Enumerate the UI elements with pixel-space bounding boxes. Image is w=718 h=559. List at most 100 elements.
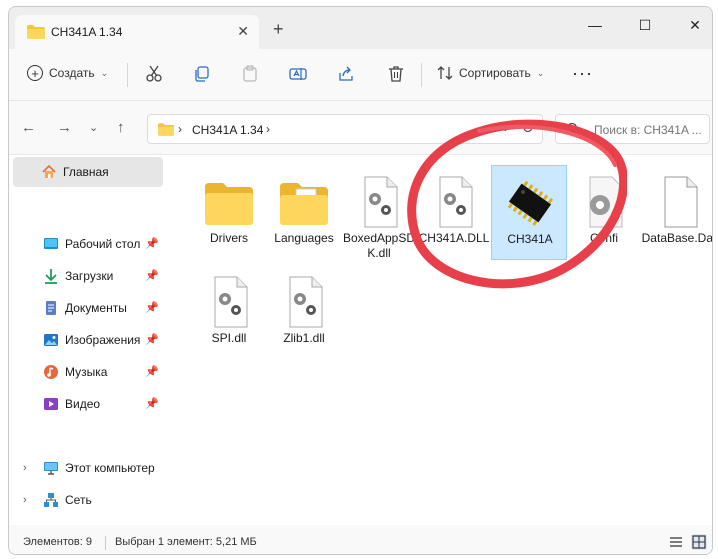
sidebar-item-network[interactable]: › Сеть — [13, 485, 163, 515]
music-icon — [44, 365, 58, 379]
search-icon — [566, 122, 580, 136]
file-item[interactable]: Confi — [566, 165, 642, 260]
refresh-icon[interactable]: ↻ — [521, 119, 534, 137]
copy-icon[interactable] — [193, 65, 211, 83]
sidebar-item-label: Главная — [63, 165, 109, 179]
file-name: CH341A — [507, 232, 553, 246]
file-name: DataBase.Dat — [641, 231, 713, 245]
pin-icon[interactable]: 📌 — [145, 397, 159, 410]
explorer-window: CH341A 1.34 ✕ + — ☐ ✕ + Создать ⌄ Сортир… — [8, 6, 713, 555]
create-button[interactable]: + Создать ⌄ — [27, 65, 108, 81]
pictures-icon — [44, 334, 58, 346]
rename-icon[interactable] — [289, 65, 307, 83]
sidebar-item-label: Этот компьютер — [65, 461, 155, 475]
file-item[interactable]: BoxedAppSDK.dll — [341, 165, 417, 260]
folder-icon — [158, 123, 174, 136]
sidebar-item-music[interactable]: Музыка 📌 — [13, 357, 163, 387]
computer-icon — [44, 462, 58, 475]
items-count: Элементов: 9 — [23, 536, 92, 548]
divider — [127, 63, 128, 87]
sidebar-item-documents[interactable]: Документы 📌 — [13, 293, 163, 323]
breadcrumb-chevron-icon[interactable]: › — [266, 122, 270, 136]
file-name: SPI.dll — [211, 331, 247, 345]
back-arrow-icon[interactable]: ← — [21, 119, 36, 136]
address-bar[interactable]: › CH341A 1.34 › ⌄ ↻ — [147, 114, 543, 144]
forward-arrow-icon[interactable]: → — [57, 119, 72, 136]
sort-button[interactable]: Сортировать ⌄ — [437, 65, 544, 81]
up-arrow-icon[interactable]: ↑ — [117, 119, 125, 136]
sort-icon — [437, 66, 453, 80]
share-icon[interactable] — [337, 65, 355, 83]
address-dropdown-icon[interactable]: ⌄ — [501, 121, 510, 134]
details-view-icon[interactable] — [669, 535, 683, 549]
sidebar-item-this-pc[interactable]: › Этот компьютер — [13, 453, 163, 483]
sidebar-item-downloads[interactable]: Загрузки 📌 — [13, 261, 163, 291]
file-item[interactable]: Zlib1.dll — [266, 265, 342, 360]
file-name: Languages — [274, 231, 334, 245]
video-icon — [44, 398, 58, 410]
new-tab-button[interactable]: + — [273, 19, 284, 40]
file-item[interactable]: SPI.dll — [191, 265, 267, 360]
minimize-button[interactable]: — — [583, 17, 607, 33]
create-label: Создать — [49, 66, 95, 80]
sidebar-item-pictures[interactable]: Изображения 📌 — [13, 325, 163, 355]
divider — [421, 63, 422, 87]
chip-app-icon — [507, 180, 554, 226]
file-list: Drivers Languages BoxedAppSDK.dll CH341A… — [167, 155, 713, 525]
breadcrumb[interactable]: CH341A 1.34 — [192, 123, 263, 137]
dll-file-icon — [364, 176, 398, 228]
cut-icon[interactable] — [145, 65, 163, 83]
home-icon — [42, 164, 56, 178]
dll-file-icon — [439, 176, 473, 228]
pin-icon[interactable]: 📌 — [145, 237, 159, 250]
tab-ch341a[interactable]: CH341A 1.34 ✕ — [15, 15, 259, 49]
chevron-down-icon: ⌄ — [100, 67, 109, 78]
tab-close-icon[interactable]: ✕ — [237, 23, 249, 40]
file-name: Zlib1.dll — [283, 331, 325, 345]
search-box[interactable] — [555, 114, 710, 144]
folder-icon — [27, 25, 45, 39]
close-window-button[interactable]: ✕ — [683, 17, 707, 34]
sidebar-item-label: Видео — [65, 397, 101, 411]
sidebar-item-video[interactable]: Видео 📌 — [13, 389, 163, 419]
plus-icon: + — [27, 65, 43, 81]
search-input[interactable] — [594, 120, 706, 140]
command-bar: + Создать ⌄ Сортировать ⌄ ··· — [9, 49, 712, 101]
address-row: ← → ⌄ ↑ › CH341A 1.34 › ⌄ ↻ — [9, 101, 712, 155]
file-name: BoxedAppSDK.dll — [342, 231, 416, 260]
sidebar-item-desktop[interactable]: Рабочий стол 📌 — [13, 229, 163, 259]
network-icon — [44, 493, 58, 507]
tab-title: CH341A 1.34 — [51, 25, 123, 39]
tiles-view-icon[interactable] — [691, 534, 707, 550]
chevron-down-icon: ⌄ — [536, 67, 545, 78]
recent-chevron-icon[interactable]: ⌄ — [89, 121, 98, 134]
file-name: Drivers — [210, 231, 248, 245]
breadcrumb-chevron-icon[interactable]: › — [178, 122, 182, 136]
file-item[interactable]: CH341A.DLL — [416, 165, 492, 260]
delete-icon[interactable] — [387, 65, 405, 83]
maximize-button[interactable]: ☐ — [633, 17, 657, 34]
pin-icon[interactable]: 📌 — [145, 333, 159, 346]
pin-icon[interactable]: 📌 — [145, 301, 159, 314]
desktop-icon — [44, 238, 58, 249]
paste-icon[interactable] — [241, 65, 259, 83]
file-item-selected[interactable]: CH341A — [491, 165, 567, 260]
sidebar-item-label: Рабочий стол — [65, 237, 141, 251]
pin-icon[interactable]: 📌 — [145, 269, 159, 282]
chevron-right-icon[interactable]: › — [23, 462, 27, 474]
sidebar-item-label: Музыка — [65, 365, 108, 379]
pin-icon[interactable]: 📌 — [145, 365, 159, 378]
navigation-pane: Главная Рабочий стол 📌 Загрузки 📌 Докуме… — [9, 155, 167, 525]
sidebar-item-home[interactable]: Главная — [13, 157, 163, 187]
more-options-button[interactable]: ··· — [572, 63, 593, 84]
file-item[interactable]: Drivers — [191, 165, 267, 260]
file-name: CH341A.DLL — [418, 231, 490, 245]
tab-strip: CH341A 1.34 ✕ + — ☐ ✕ — [9, 7, 712, 49]
status-bar: Элементов: 9 Выбран 1 элемент: 5,21 МБ — [9, 525, 712, 554]
documents-icon — [46, 301, 56, 315]
file-item[interactable]: Languages — [266, 165, 342, 260]
sidebar-item-label: Документы — [65, 301, 127, 315]
chevron-right-icon[interactable]: › — [23, 494, 27, 506]
blank-file-icon — [664, 176, 698, 228]
file-item[interactable]: DataBase.Dat — [641, 165, 713, 260]
